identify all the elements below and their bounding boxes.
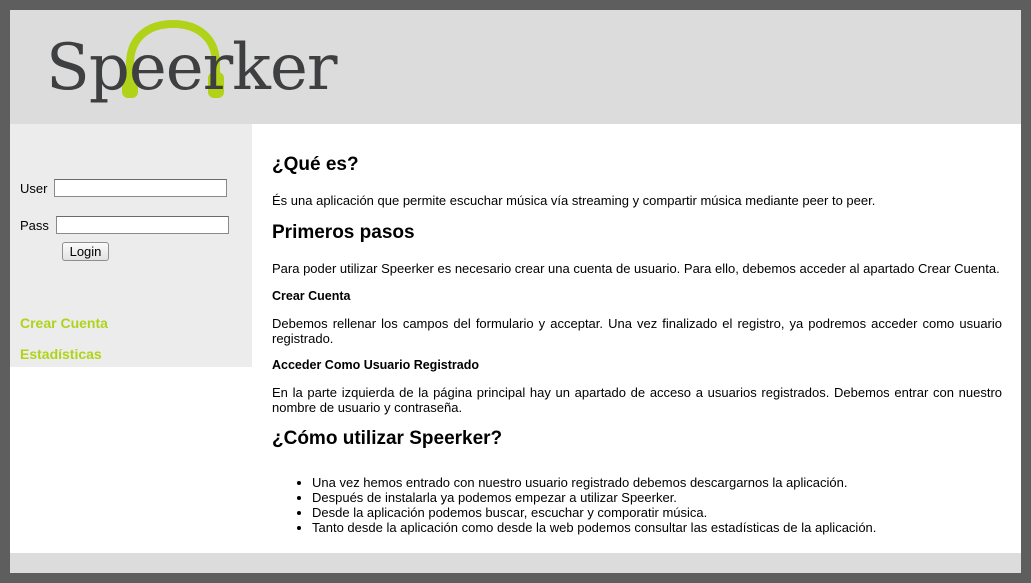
pass-label: Pass [20,218,49,233]
user-input[interactable] [54,179,227,197]
header: Speerker [10,10,1021,124]
subsection-text-acceder: En la parte izquierda de la página princ… [272,385,1002,415]
section-intro-primeros-pasos: Para poder utilizar Speerker es necesari… [272,261,1000,276]
section-title-que-es: ¿Qué es? [272,154,359,175]
section-title-primeros-pasos: Primeros pasos [272,222,415,243]
list-item: Tanto desde la aplicación como desde la … [312,520,876,535]
page-frame: Speerker User Pass Login Crear Cuenta Es… [10,10,1021,573]
user-label: User [20,181,48,196]
list-item: Después de instalarla ya podemos empezar… [312,490,876,505]
speerker-logo[interactable]: Speerker [46,18,337,118]
footer [10,553,1021,573]
list-item: Una vez hemos entrado con nuestro usuari… [312,475,876,490]
login-button[interactable]: Login [62,242,109,261]
sidebar-link-crear-cuenta[interactable]: Crear Cuenta [20,315,108,331]
section-title-como-utilizar: ¿Cómo utilizar Speerker? [272,428,503,449]
subsection-title-crear-cuenta: Crear Cuenta [272,289,351,303]
sidebar-link-estadisticas[interactable]: Estadísticas [20,346,102,362]
steps-list: Una vez hemos entrado con nuestro usuari… [272,475,876,535]
list-item: Desde la aplicación podemos buscar, escu… [312,505,876,520]
subsection-title-acceder: Acceder Como Usuario Registrado [272,358,479,372]
sidebar: User Pass Login Crear Cuenta Estadística… [10,124,252,367]
subsection-text-crear-cuenta: Debemos rellenar los campos del formular… [272,316,1002,346]
section-text-que-es: És una aplicación que permite escuchar m… [272,193,876,208]
pass-input[interactable] [56,216,229,234]
logo-wordmark: Speerker [46,31,337,105]
